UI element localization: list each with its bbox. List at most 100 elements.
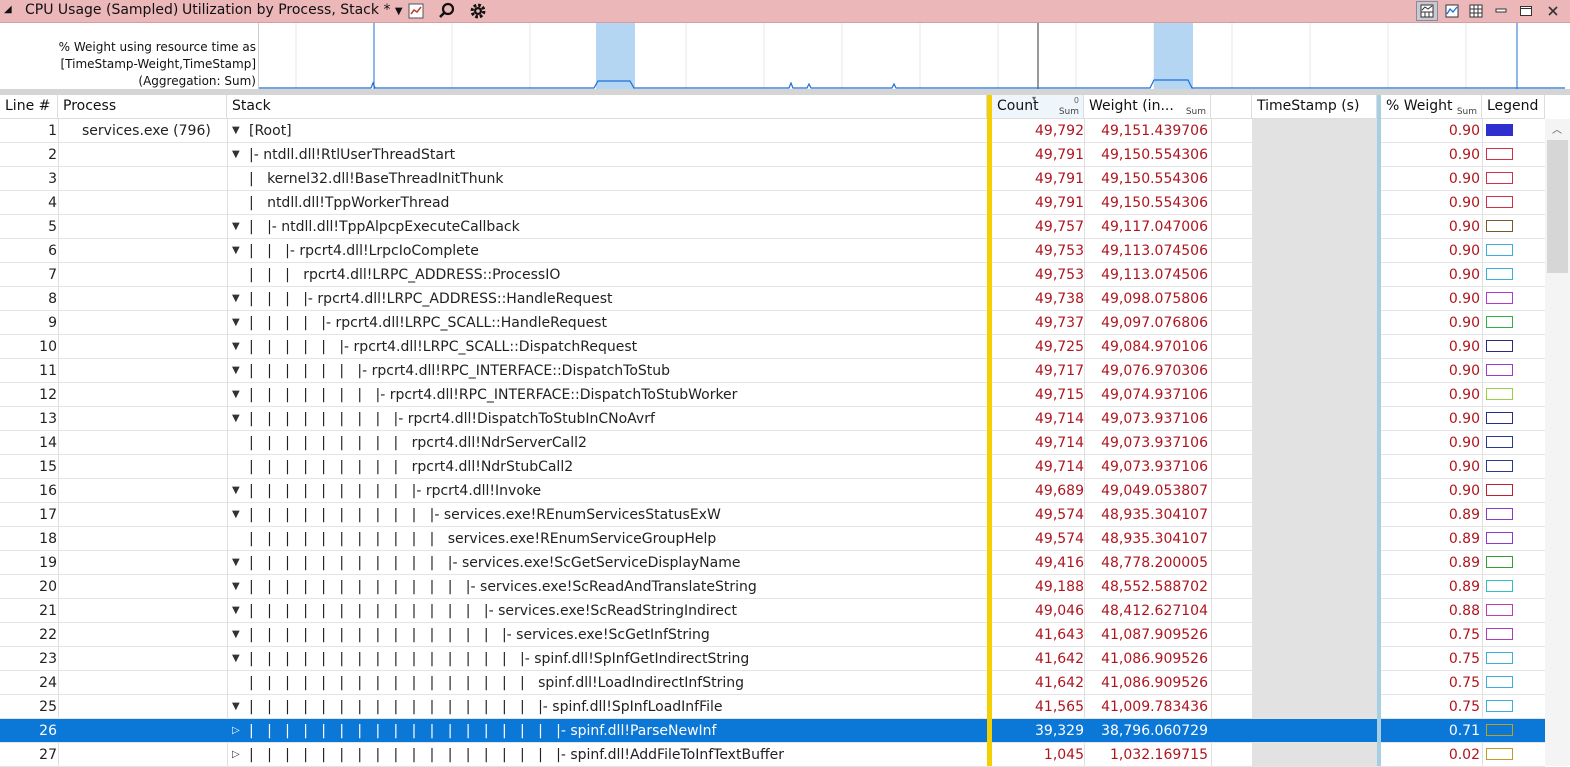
pct-weight-cell: 0.90 xyxy=(1448,411,1480,427)
table-row[interactable]: 9 ▼ | | | | |- rpcrt4.dll!LRPC_SCALL::Hand… xyxy=(0,311,1545,335)
line-number: 3 xyxy=(48,171,57,187)
pct-weight-cell: 0.75 xyxy=(1448,651,1480,667)
col-header-stack[interactable]: Stack xyxy=(227,95,987,118)
process-cell xyxy=(82,263,222,286)
expand-toggle-icon[interactable]: ▼ xyxy=(232,359,246,382)
table-row[interactable]: 16 ▼ | | | | | | | | | |- rpcrt4.dll!Invok… xyxy=(0,479,1545,503)
expand-toggle-icon[interactable]: ▼ xyxy=(232,479,246,502)
table-row[interactable]: 21 ▼ | | | | | | | | | | | | | |- services… xyxy=(0,599,1545,623)
table-row[interactable]: 15 | | | | | | | | | rpcrt4.dll!NdrStubCa… xyxy=(0,455,1545,479)
pct-weight-cell: 0.90 xyxy=(1448,459,1480,475)
expand-toggle-icon[interactable]: ▼ xyxy=(232,551,246,574)
pct-weight-cell: 0.90 xyxy=(1448,123,1480,139)
grouping-bar-divider[interactable] xyxy=(987,95,992,766)
table-row[interactable]: 25 ▼ | | | | | | | | | | | | | | | | |- sp… xyxy=(0,695,1545,719)
table-row[interactable]: 24 | | | | | | | | | | | | | | | | spinf.… xyxy=(0,671,1545,695)
stack-frame-cell: | | | | | | | | | | | | | | | | spinf.dl… xyxy=(249,675,744,691)
expand-toggle-icon[interactable]: ▼ xyxy=(232,407,246,430)
pct-weight-cell: 0.89 xyxy=(1448,531,1480,547)
table-row[interactable]: 12 ▼ | | | | | | | |- rpcrt4.dll!RPC_INTER… xyxy=(0,383,1545,407)
scrollbar-thumb[interactable] xyxy=(1547,140,1568,273)
table-only-view-icon[interactable] xyxy=(1465,1,1487,21)
table-row[interactable]: 27 ▷ | | | | | | | | | | | | | | | | | |- … xyxy=(0,743,1545,767)
graph-series-label: % Weight using resource time as [TimeSta… xyxy=(58,40,256,88)
graph-plot-area[interactable] xyxy=(258,23,1565,89)
pct-weight-cell: 0.88 xyxy=(1448,603,1480,619)
expand-toggle-icon[interactable]: ▷ xyxy=(232,719,246,742)
gear-icon[interactable] xyxy=(469,2,487,20)
table-row[interactable]: 11 ▼ | | | | | | |- rpcrt4.dll!RPC_INTERFA… xyxy=(0,359,1545,383)
table-row[interactable]: 4 | ntdll.dll!TppWorkerThread 49,791 49,150… xyxy=(0,191,1545,215)
expand-toggle-icon[interactable]: ▼ xyxy=(232,335,246,358)
expand-toggle-icon[interactable]: ▼ xyxy=(232,695,246,718)
expand-toggle-icon[interactable]: ▼ xyxy=(232,647,246,670)
line-number: 11 xyxy=(39,363,57,379)
preset-dropdown-icon[interactable]: ▼ xyxy=(395,6,403,17)
collapse-icon[interactable]: ◢ xyxy=(4,4,12,15)
col-header-timestamp[interactable]: TimeStamp (s) xyxy=(1252,95,1377,118)
close-icon[interactable] xyxy=(1542,1,1564,21)
expand-toggle-icon[interactable]: ▼ xyxy=(232,503,246,526)
search-icon[interactable] xyxy=(438,2,456,20)
expand-toggle-icon[interactable]: ▼ xyxy=(232,311,246,334)
expand-toggle-icon[interactable]: ▼ xyxy=(232,287,246,310)
table-row[interactable]: 20 ▼ | | | | | | | | | | | | |- services.e… xyxy=(0,575,1545,599)
table-row[interactable]: 18 | | | | | | | | | | | services.exe!REn… xyxy=(0,527,1545,551)
table-row[interactable]: 19 ▼ | | | | | | | | | | | |- services.exe… xyxy=(0,551,1545,575)
table-row[interactable]: 23 ▼ | | | | | | | | | | | | | | | |- spin… xyxy=(0,647,1545,671)
legend-swatch xyxy=(1486,292,1513,304)
expand-toggle-icon[interactable]: ▷ xyxy=(232,743,246,766)
expand-toggle-icon[interactable]: ▼ xyxy=(232,215,246,238)
table-row[interactable]: 26 ▷ | | | | | | | | | | | | | | | | | |- … xyxy=(0,719,1545,743)
col-header-pct-weight[interactable]: % Weight Sum xyxy=(1381,95,1482,118)
col-header-legend[interactable]: Legend xyxy=(1482,95,1545,118)
timeline-graph[interactable]: % Weight using resource time as [TimeSta… xyxy=(0,23,1570,89)
graph-and-table-view-icon[interactable] xyxy=(1416,1,1438,21)
table-row[interactable]: 6 ▼ | | |- rpcrt4.dll!LrpcIoComplete 49,753… xyxy=(0,239,1545,263)
preset-selector[interactable]: Utilization by Process, Stack * ▼ xyxy=(182,2,403,18)
legend-swatch xyxy=(1486,244,1513,256)
col-header-count[interactable]: Count ▾ 0 Sum xyxy=(992,95,1084,118)
table-row[interactable]: 5 ▼ | |- ntdll.dll!TppAlpcpExecuteCallback… xyxy=(0,215,1545,239)
table-row[interactable]: 7 | | | rpcrt4.dll!LRPC_ADDRESS::ProcessI… xyxy=(0,263,1545,287)
legend-swatch xyxy=(1486,412,1513,424)
legend-swatch xyxy=(1486,676,1513,688)
expand-toggle-icon[interactable]: ▼ xyxy=(232,623,246,646)
table-row[interactable]: 2 ▼ |- ntdll.dll!RtlUserThreadStart 49,791 4… xyxy=(0,143,1545,167)
line-number: 17 xyxy=(39,507,57,523)
stack-frame-cell: | kernel32.dll!BaseThreadInitThunk xyxy=(249,171,504,187)
minimize-icon[interactable] xyxy=(1490,1,1512,21)
graph-only-view-icon[interactable] xyxy=(1441,1,1463,21)
expand-toggle-icon[interactable]: ▼ xyxy=(232,119,246,142)
pct-weight-cell: 0.89 xyxy=(1448,579,1480,595)
table-row[interactable]: 17 ▼ | | | | | | | | | | |- services.exe!R… xyxy=(0,503,1545,527)
expand-toggle-icon[interactable]: ▼ xyxy=(232,143,246,166)
process-cell: services.exe (796) xyxy=(82,123,211,139)
chart-settings-icon[interactable] xyxy=(407,2,425,20)
table-row[interactable]: 1 services.exe (796) ▼ [Root] 49,792 49,151.4… xyxy=(0,119,1545,143)
pct-weight-cell: 0.89 xyxy=(1448,555,1480,571)
col-header-legend-label: Legend xyxy=(1487,98,1539,114)
weight-cell: 49,113.074506 xyxy=(1101,243,1208,259)
maximize-icon[interactable] xyxy=(1515,1,1537,21)
table-row[interactable]: 22 ▼ | | | | | | | | | | | | | | |- servic… xyxy=(0,623,1545,647)
pct-weight-cell: 0.75 xyxy=(1448,627,1480,643)
pct-weight-cell: 0.90 xyxy=(1448,435,1480,451)
preset-label: Utilization by Process, Stack * xyxy=(182,2,391,18)
col-header-line[interactable]: Line # xyxy=(0,95,58,118)
col-header-process[interactable]: Process xyxy=(58,95,227,118)
table-row[interactable]: 10 ▼ | | | | | |- rpcrt4.dll!LRPC_SCALL::D… xyxy=(0,335,1545,359)
pct-weight-cell: 0.90 xyxy=(1448,267,1480,283)
expand-toggle-icon[interactable]: ▼ xyxy=(232,383,246,406)
graphing-bar-divider[interactable] xyxy=(1377,95,1381,766)
table-row[interactable]: 3 | kernel32.dll!BaseThreadInitThunk 49,79… xyxy=(0,167,1545,191)
expand-toggle-icon[interactable]: ▼ xyxy=(232,575,246,598)
table-row[interactable]: 14 | | | | | | | | | rpcrt4.dll!NdrServer… xyxy=(0,431,1545,455)
expand-toggle-icon[interactable]: ▼ xyxy=(232,239,246,262)
expand-toggle-icon[interactable]: ▼ xyxy=(232,599,246,622)
col-header-weight[interactable]: Weight (in... Sum xyxy=(1084,95,1211,118)
col-header-blank[interactable] xyxy=(1211,95,1252,118)
table-row[interactable]: 8 ▼ | | | |- rpcrt4.dll!LRPC_ADDRESS::Hand… xyxy=(0,287,1545,311)
scroll-up-icon[interactable]: ︿ xyxy=(1552,121,1562,136)
table-row[interactable]: 13 ▼ | | | | | | | | |- rpcrt4.dll!Dispatc… xyxy=(0,407,1545,431)
